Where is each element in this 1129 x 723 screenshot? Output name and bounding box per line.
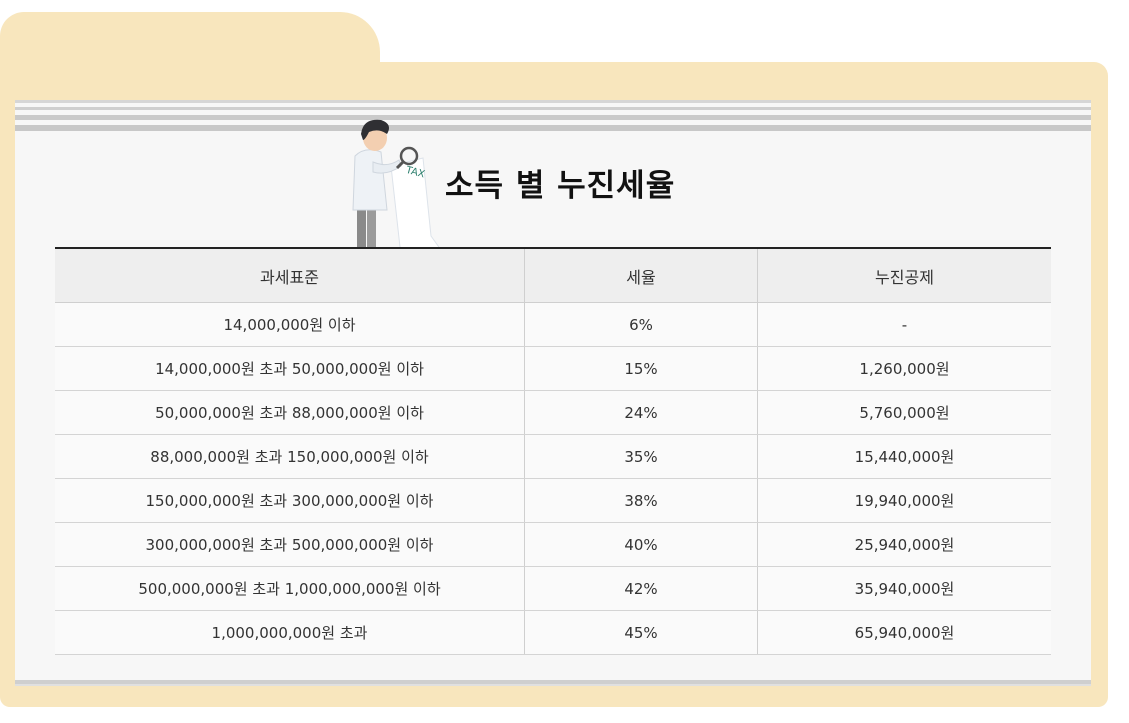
cell-deduction: 1,260,000원 <box>757 346 1051 391</box>
table-row: 14,000,000원 이하 6% - <box>55 302 1051 347</box>
cell-deduction: 65,940,000원 <box>757 610 1051 655</box>
paper-bottom-edge <box>15 678 1091 686</box>
paper-stripes <box>15 100 1091 136</box>
cell-tax-rate: 6% <box>524 302 758 347</box>
table-row: 500,000,000원 초과 1,000,000,000원 이하 42% 35… <box>55 566 1051 611</box>
cell-tax-base: 500,000,000원 초과 1,000,000,000원 이하 <box>55 566 525 611</box>
table-header-row: 과세표준 세율 누진공제 <box>55 247 1051 303</box>
cell-tax-base: 14,000,000원 초과 50,000,000원 이하 <box>55 346 525 391</box>
cell-deduction: 35,940,000원 <box>757 566 1051 611</box>
cell-tax-rate: 24% <box>524 390 758 435</box>
cell-deduction: 5,760,000원 <box>757 390 1051 435</box>
table-row: 88,000,000원 초과 150,000,000원 이하 35% 15,44… <box>55 434 1051 479</box>
header-tax-base: 과세표준 <box>55 247 525 303</box>
header-deduction: 누진공제 <box>757 247 1051 303</box>
cell-tax-rate: 40% <box>524 522 758 567</box>
table-row: 14,000,000원 초과 50,000,000원 이하 15% 1,260,… <box>55 346 1051 391</box>
cell-tax-base: 150,000,000원 초과 300,000,000원 이하 <box>55 478 525 523</box>
cell-tax-base: 14,000,000원 이하 <box>55 302 525 347</box>
cell-tax-rate: 38% <box>524 478 758 523</box>
cell-deduction: 25,940,000원 <box>757 522 1051 567</box>
cell-deduction: 19,940,000원 <box>757 478 1051 523</box>
table-row: 50,000,000원 초과 88,000,000원 이하 24% 5,760,… <box>55 390 1051 435</box>
cell-tax-rate: 45% <box>524 610 758 655</box>
cell-tax-rate: 42% <box>524 566 758 611</box>
paper-sheet: TAX 소득 별 누진세율 과세표준 세율 누진공제 14,000,000원 이… <box>15 100 1091 686</box>
cell-tax-base: 1,000,000,000원 초과 <box>55 610 525 655</box>
table-row: 1,000,000,000원 초과 45% 65,940,000원 <box>55 610 1051 655</box>
cell-tax-base: 300,000,000원 초과 500,000,000원 이하 <box>55 522 525 567</box>
cell-tax-base: 88,000,000원 초과 150,000,000원 이하 <box>55 434 525 479</box>
table-row: 300,000,000원 초과 500,000,000원 이하 40% 25,9… <box>55 522 1051 567</box>
cell-deduction: - <box>757 302 1051 347</box>
header-tax-rate: 세율 <box>524 247 758 303</box>
cell-tax-rate: 15% <box>524 346 758 391</box>
cell-tax-rate: 35% <box>524 434 758 479</box>
cell-deduction: 15,440,000원 <box>757 434 1051 479</box>
cell-tax-base: 50,000,000원 초과 88,000,000원 이하 <box>55 390 525 435</box>
tax-rate-table: 과세표준 세율 누진공제 14,000,000원 이하 6% - 14,000,… <box>55 247 1051 655</box>
page-title: 소득 별 누진세율 <box>445 168 676 204</box>
table-row: 150,000,000원 초과 300,000,000원 이하 38% 19,9… <box>55 478 1051 523</box>
